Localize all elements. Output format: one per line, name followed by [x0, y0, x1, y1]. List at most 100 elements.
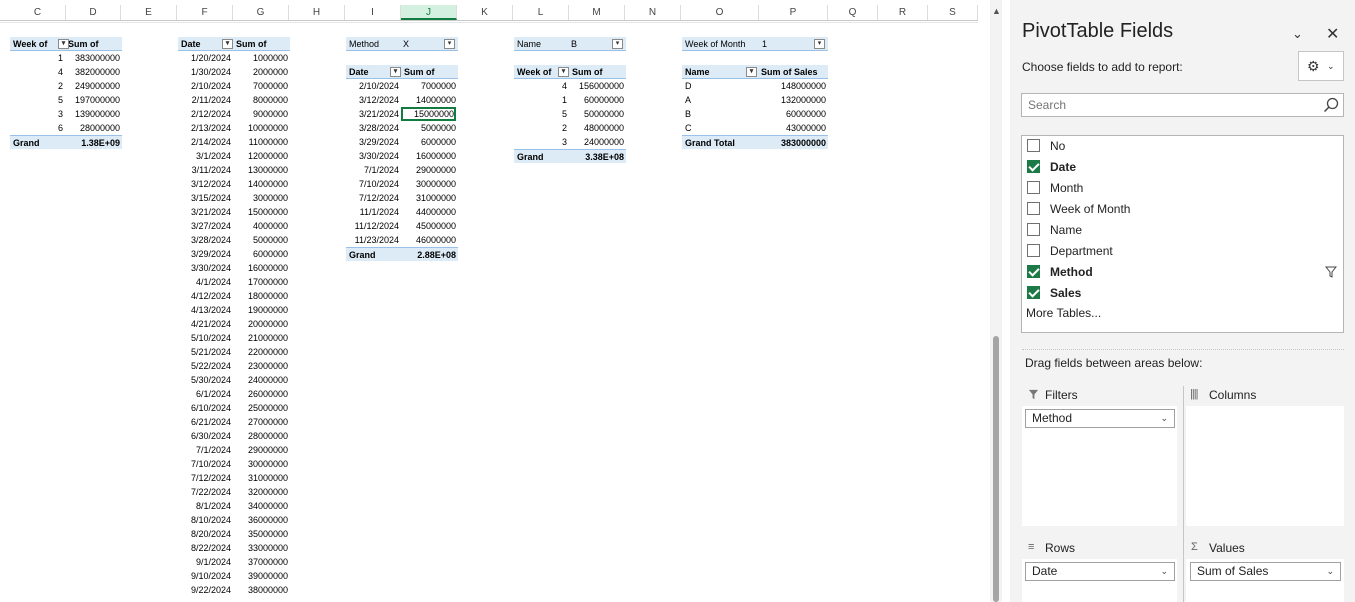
pivot-row-label[interactable]: 3/15/2024 — [178, 191, 231, 205]
field-method[interactable]: Method — [1027, 262, 1337, 282]
pivot-row[interactable]: 3 139000000 — [10, 107, 122, 121]
pivot-value-cell[interactable]: 16000000 — [233, 261, 288, 275]
field-sales[interactable]: Sales — [1027, 283, 1337, 303]
pivot-row[interactable]: 6/30/2024 28000000 — [178, 429, 290, 443]
pivot-row[interactable]: 2/13/2024 10000000 — [178, 121, 290, 135]
column-header-h[interactable]: H — [289, 5, 345, 20]
pivot-row-label[interactable]: 7/22/2024 — [178, 485, 231, 499]
pivot-value-cell[interactable]: 382000000 — [65, 65, 120, 79]
pivot-total-row[interactable]: Grand 3.38E+08 — [514, 149, 626, 163]
pivot-row[interactable]: 3/12/2024 14000000 — [178, 177, 290, 191]
pivot-row[interactable]: 4/13/2024 19000000 — [178, 303, 290, 317]
pivot-row[interactable]: 3/21/2024 15000000 — [346, 107, 458, 121]
pivot-row[interactable]: 7/1/2024 29000000 — [346, 163, 458, 177]
pivot-row-label[interactable]: 9/22/2024 — [178, 583, 231, 597]
pivot-row[interactable]: 4 156000000 — [514, 79, 626, 93]
pivot-row[interactable]: B 60000000 — [682, 107, 828, 121]
pivot-row-label[interactable]: 8/20/2024 — [178, 527, 231, 541]
pivot-row[interactable]: 4/21/2024 20000000 — [178, 317, 290, 331]
field-checkbox[interactable] — [1027, 223, 1040, 236]
filters-item-method[interactable]: Method ⌄ — [1025, 409, 1175, 428]
pivot-row-label[interactable]: 3/1/2024 — [178, 149, 231, 163]
pivot-row-label[interactable]: 7/12/2024 — [178, 471, 231, 485]
chevron-down-icon[interactable]: ⌄ — [1292, 26, 1303, 42]
pivot-row-label[interactable]: 3/28/2024 — [178, 233, 231, 247]
pivot-value-cell[interactable]: 27000000 — [233, 415, 288, 429]
pivot-value-cell[interactable]: 7000000 — [401, 79, 456, 93]
pivot-row-label[interactable]: 3/29/2024 — [346, 135, 399, 149]
pivot-value-cell[interactable]: 4000000 — [233, 219, 288, 233]
column-header-j[interactable]: J — [401, 5, 457, 20]
pivot-value-cell[interactable]: 1000000 — [233, 51, 288, 65]
pivot-filter-row[interactable]: Name B ▾ — [514, 37, 626, 51]
pivot-value-cell[interactable]: 25000000 — [233, 401, 288, 415]
pivot-row[interactable]: 2/14/2024 11000000 — [178, 135, 290, 149]
sort-dropdown-icon[interactable]: ▾ — [390, 67, 401, 77]
sort-dropdown-icon[interactable]: ▾ — [558, 67, 569, 77]
pivot-row-label[interactable]: 4/1/2024 — [178, 275, 231, 289]
selected-cell[interactable]: 15000000 — [401, 107, 456, 121]
pivot-value-cell[interactable]: 31000000 — [233, 471, 288, 485]
pivot-value-cell[interactable]: 249000000 — [65, 79, 120, 93]
pivot-value-cell[interactable]: 37000000 — [233, 555, 288, 569]
pivot-row[interactable]: 6/10/2024 25000000 — [178, 401, 290, 415]
pivot-row-label[interactable]: 1/20/2024 — [178, 51, 231, 65]
pivot-row-label[interactable]: 2/12/2024 — [178, 107, 231, 121]
pivot-row-label[interactable]: 3/11/2024 — [178, 163, 231, 177]
scrollbar-thumb[interactable] — [993, 336, 999, 602]
pivot-row-label[interactable]: 7/1/2024 — [178, 443, 231, 457]
field-name[interactable]: Name — [1027, 220, 1337, 240]
pivot-row[interactable]: 8/22/2024 33000000 — [178, 541, 290, 555]
pivot-row-label[interactable]: 5/22/2024 — [178, 359, 231, 373]
pivot-row-label[interactable]: 6/30/2024 — [178, 429, 231, 443]
column-header-c[interactable]: C — [10, 5, 66, 20]
pivot-filter-row[interactable]: Method X ▾ — [346, 37, 458, 51]
chevron-down-icon[interactable]: ⌄ — [1160, 410, 1168, 427]
column-header-e[interactable]: E — [121, 5, 177, 20]
pivot-value-cell[interactable]: 5000000 — [233, 233, 288, 247]
filters-area[interactable]: Method ⌄ — [1022, 406, 1177, 526]
pivot-value-cell[interactable]: 20000000 — [233, 317, 288, 331]
search-box[interactable] — [1021, 93, 1344, 117]
pivot-value-cell[interactable]: 7000000 — [233, 79, 288, 93]
pivot-row[interactable]: 6/1/2024 26000000 — [178, 387, 290, 401]
field-week-of-month[interactable]: Week of Month — [1027, 199, 1337, 219]
pivot-row-label[interactable]: 3 — [10, 107, 63, 121]
pivot-row-label[interactable]: B — [685, 107, 757, 121]
values-item-sum-of-sales[interactable]: Sum of Sales ⌄ — [1190, 562, 1341, 581]
pivot-row[interactable]: 2 249000000 — [10, 79, 122, 93]
pivot-row-label[interactable]: 2 — [514, 121, 567, 135]
pivot-row[interactable]: 1/20/2024 1000000 — [178, 51, 290, 65]
pivot-row[interactable]: 5/21/2024 22000000 — [178, 345, 290, 359]
pivot-value-cell[interactable]: 13000000 — [233, 163, 288, 177]
pivot-row[interactable]: 3/30/2024 16000000 — [178, 261, 290, 275]
pivot-row-label[interactable]: 2/10/2024 — [178, 79, 231, 93]
pivot-row[interactable]: 3/30/2024 16000000 — [346, 149, 458, 163]
pivot-value-cell[interactable]: 33000000 — [233, 541, 288, 555]
pivot-filter-field[interactable]: Method — [349, 37, 401, 51]
column-header-s[interactable]: S — [928, 5, 978, 20]
grand-total-label[interactable]: Grand — [349, 248, 400, 262]
sort-dropdown-icon[interactable]: ▾ — [746, 67, 757, 77]
pivot-row-label[interactable]: 11/23/2024 — [346, 233, 399, 247]
pivot-value-cell[interactable]: 6000000 — [401, 135, 456, 149]
pivot-row[interactable]: 2 48000000 — [514, 121, 626, 135]
pivot-row[interactable]: 8/20/2024 35000000 — [178, 527, 290, 541]
pivot-row[interactable]: 6 28000000 — [10, 121, 122, 135]
field-date[interactable]: Date — [1027, 157, 1337, 177]
pivot-row[interactable]: 6/21/2024 27000000 — [178, 415, 290, 429]
pivot-row-label[interactable]: 5/30/2024 — [178, 373, 231, 387]
pivot-row[interactable]: 2/10/2024 7000000 — [346, 79, 458, 93]
column-header-f[interactable]: F — [177, 5, 233, 20]
pivot-value-cell[interactable]: 197000000 — [65, 93, 120, 107]
pivot-value-cell[interactable]: 18000000 — [233, 289, 288, 303]
pivot-row-label[interactable]: 7/1/2024 — [346, 163, 399, 177]
column-header-m[interactable]: M — [569, 5, 625, 20]
filter-icon[interactable] — [1325, 266, 1337, 278]
pivot-row[interactable]: 3/15/2024 3000000 — [178, 191, 290, 205]
pivot-value-cell[interactable]: 44000000 — [401, 205, 456, 219]
field-checkbox[interactable] — [1027, 202, 1040, 215]
pivot-value-cell[interactable]: 21000000 — [233, 331, 288, 345]
column-header-o[interactable]: O — [681, 5, 759, 20]
pivot-value-cell[interactable]: 30000000 — [233, 457, 288, 471]
